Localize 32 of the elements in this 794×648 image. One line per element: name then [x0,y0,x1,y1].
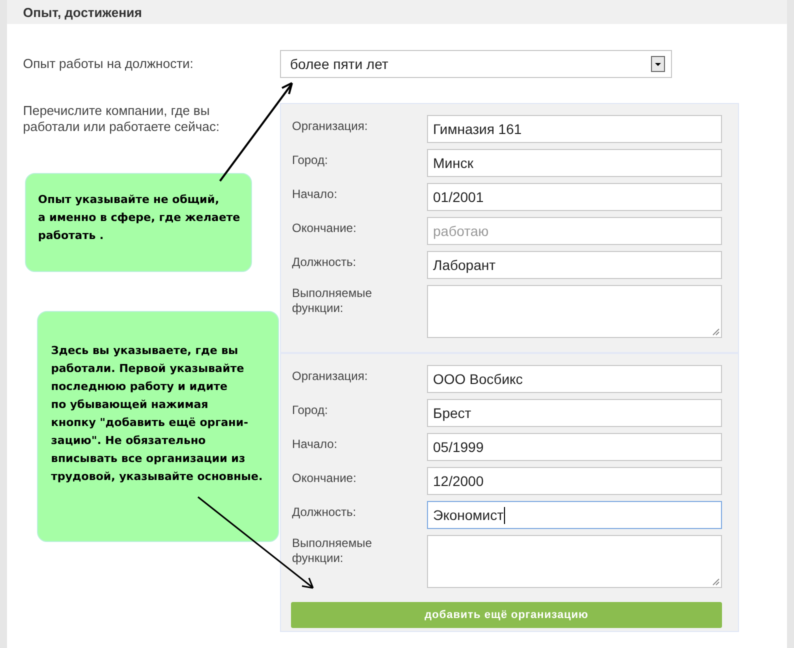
field-label: Опыт работы на должности: [22,55,194,73]
field-label: Начало: [292,186,338,203]
input-field[interactable]: 12/2000 [427,467,722,495]
note: Опыт указывайте не общий, а именно в сфере, где желаете работать . [25,173,252,272]
field-label: Организация: [292,368,369,385]
text-area[interactable] [427,285,722,338]
input-field[interactable]: Брест [427,399,722,427]
section-title: Опыт, достижения [23,6,142,20]
field-label: Должность: [292,504,358,521]
input-field[interactable]: 01/2001 [427,183,722,211]
input-field[interactable]: Минск [427,149,722,177]
field-label: Выполняемые функции: [292,535,373,567]
input-field[interactable]: Лаборант [427,251,722,279]
input-field[interactable]: ООО Восбикс [427,365,722,393]
field-label: Перечислите компании, где вы работали или работаете сейчас: [22,103,221,135]
field-label: Окончание: [292,220,358,237]
field-label: Должность: [292,254,358,271]
input-field[interactable]: 05/1999 [427,433,722,461]
note: Здесь вы указываете, где вы работали. Первой указывайте последнюю работу и идите по убывающей нажимая кнопку "добавить ещё органи- зацию". Не обязательно вписывать все организации из трудовой, указывайте основные. [37,311,279,542]
resize-grip-icon [712,328,720,336]
field-label: Организация: [292,118,369,135]
dropdown[interactable]: более пяти лет [280,50,672,78]
field-label: Окончание: [292,470,358,487]
input-field[interactable]: Экономист [427,501,722,529]
field-label: Город: [292,152,329,169]
text-area[interactable] [427,535,722,588]
field-label: Начало: [292,436,338,453]
resize-grip-icon [712,578,720,586]
input-field[interactable]: Гимназия 161 [427,115,722,143]
field-label: Город: [292,402,329,419]
text-cursor [504,506,505,524]
field-label: Выполняемые функции: [292,285,373,317]
